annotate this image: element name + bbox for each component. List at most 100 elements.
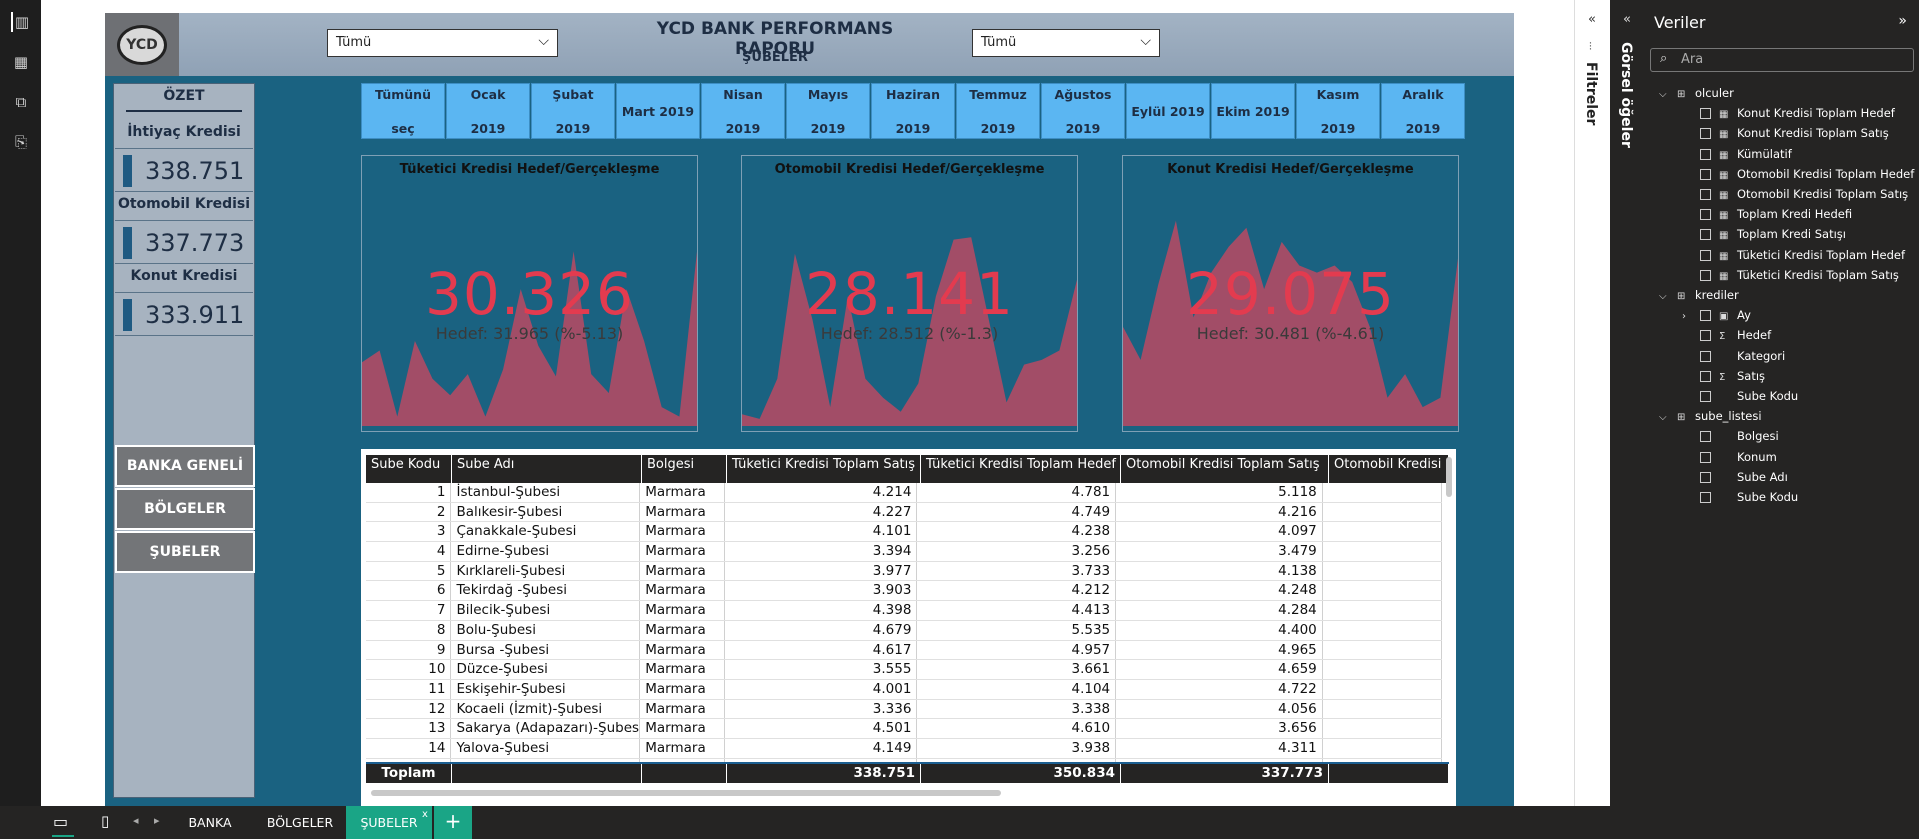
column-header[interactable]: Sube Kodu [366,455,452,483]
close-tab-icon[interactable]: x [422,809,428,820]
report-view-icon[interactable]: ▥ [11,12,31,32]
tree-item[interactable]: Σ Hedef [1682,328,1771,342]
page-tab[interactable]: ŞUBELER [346,806,432,839]
tree-item[interactable]: ⌵ ⊞ olculer [1659,86,1734,100]
tree-item[interactable]: ▦ Tüketici Kredisi Toplam Hedef [1682,248,1905,262]
add-page-button[interactable]: + [434,806,472,839]
left-slicer[interactable]: Tümü ⌵ [327,29,558,57]
model-view-icon[interactable]: ⧉ [11,92,31,112]
tree-item[interactable]: ▦ Otomobil Kredisi Toplam Hedef [1682,167,1914,181]
field-checkbox[interactable] [1700,391,1711,402]
field-checkbox[interactable] [1700,370,1711,382]
month-button[interactable]: Tümünü seç [361,83,445,139]
column-header[interactable]: Otomobil Kredisi [1329,455,1449,483]
filters-pane-label[interactable]: Filtreler [1583,62,1599,125]
field-checkbox[interactable] [1700,128,1711,140]
month-button[interactable]: Ocak 2019 [446,83,530,139]
collapse-icon[interactable]: « [1588,12,1596,27]
column-header[interactable]: Tüketici Kredisi Toplam Satış [727,455,921,483]
tree-item[interactable]: ▦ Toplam Kredi Hedefi [1682,207,1852,221]
column-header[interactable]: Sube Adı [452,455,642,483]
table-view-icon[interactable]: ▦ [11,52,31,72]
column-header[interactable]: Tüketici Kredisi Toplam Hedef [921,455,1121,483]
page-tab[interactable]: BÖLGELER [254,806,346,839]
field-checkbox[interactable] [1700,168,1711,180]
month-button[interactable]: Eylül 2019 [1126,83,1210,139]
month-button[interactable]: Şubat 2019 [531,83,615,139]
nav-button-banka-geneli[interactable]: BANKA GENELİ [115,445,255,487]
field-checkbox[interactable] [1700,189,1711,200]
tree-item[interactable]: ⌵ ⊞ krediler [1659,288,1739,302]
table-row[interactable]: 8 Bolu-Şubesi Marmara 4.679 5.535 4.400 [366,620,1442,641]
table-row[interactable]: 2 Balıkesir-Şubesi Marmara 4.227 4.749 4.216 [366,502,1442,523]
field-checkbox[interactable] [1700,108,1711,120]
month-button[interactable]: Ekim 2019 [1211,83,1295,139]
field-checkbox[interactable] [1700,249,1711,261]
table-row[interactable]: 9 Bursa -Şubesi Marmara 4.617 4.957 4.965 [366,640,1442,661]
dax-query-icon[interactable]: ⎘ [11,132,31,152]
column-header[interactable]: Bolgesi [642,455,727,483]
table-row[interactable]: 6 Tekirdağ -Şubesi Marmara 3.903 4.212 4.248 [366,581,1442,602]
month-button[interactable]: Haziran 2019 [871,83,955,139]
table-row[interactable]: 7 Bilecik-Şubesi Marmara 4.398 4.413 4.284 [366,601,1442,621]
month-button[interactable]: Nisan 2019 [701,83,785,139]
tree-item[interactable]: Sube Adı [1682,470,1788,484]
tree-item[interactable]: Konum [1682,450,1777,464]
field-checkbox[interactable] [1700,431,1711,443]
field-checkbox[interactable] [1700,471,1711,483]
table-row[interactable]: 3 Çanakkale-Şubesi Marmara 4.101 4.238 4.097 [366,522,1442,543]
next-page-icon[interactable]: ▸ [154,814,160,827]
tree-item[interactable]: ⌵ ⊞ sube_listesi [1659,409,1762,423]
field-checkbox[interactable] [1700,209,1711,221]
filters-pane[interactable]: « ⫶ Filtreler [1574,0,1610,806]
tree-item[interactable]: Sube Kodu [1682,389,1798,403]
tree-item[interactable]: ▦ Tüketici Kredisi Toplam Satış [1682,268,1899,282]
month-button[interactable]: Temmuz 2019 [956,83,1040,139]
table-row[interactable]: 10 Düzce-Şubesi Marmara 3.555 3.661 4.659 [366,660,1442,680]
search-input[interactable]: ⌕ Ara [1650,48,1914,72]
tree-item[interactable]: › ▣ Ay [1682,308,1751,322]
chevron-down-icon[interactable]: ⌵ [1659,89,1671,100]
tree-item[interactable]: Kategori [1682,349,1785,363]
table-row[interactable]: 5 Kırklareli-Şubesi Marmara 3.977 3.733 4.138 [366,561,1442,582]
month-button[interactable]: Mart 2019 [616,83,700,139]
table-row[interactable]: 1 İstanbul-Şubesi Marmara 4.214 4.781 5.118 [366,483,1442,503]
mobile-view-icon[interactable]: ▯ [101,812,109,830]
table-row[interactable]: 12 Kocaeli (İzmit)-Şubesi Marmara 3.336 3.33… [366,699,1442,720]
visuals-pane[interactable]: « Görsel öğeler [1610,0,1645,806]
table-row[interactable]: 14 Yalova-Şubesi Marmara 4.149 3.938 4.311 [366,738,1442,759]
expand-icon[interactable]: » [1898,13,1907,29]
vertical-scrollbar[interactable] [1446,457,1452,497]
field-checkbox[interactable] [1700,269,1711,281]
prev-page-icon[interactable]: ◂ [133,814,139,827]
chevron-down-icon[interactable]: ⌵ [1659,291,1671,302]
table-row[interactable]: 13 Sakarya (Adapazarı)-Şubesi Marmara 4.501… [366,719,1442,739]
visuals-pane-label[interactable]: Görsel öğeler [1618,42,1634,148]
month-button[interactable]: Mayıs 2019 [786,83,870,139]
field-checkbox[interactable] [1700,229,1711,241]
tree-item[interactable]: ▦ Kümülatif [1682,147,1792,161]
tree-item[interactable]: Sube Kodu [1682,490,1798,504]
nav-button-bolgeler[interactable]: BÖLGELER [115,488,255,530]
tree-item[interactable]: ▦ Toplam Kredi Satışı [1682,227,1846,241]
field-checkbox[interactable] [1700,451,1711,463]
field-checkbox[interactable] [1700,330,1711,342]
tree-item[interactable]: ▦ Otomobil Kredisi Toplam Satış [1682,187,1908,201]
tree-item[interactable]: Σ Satış [1682,369,1765,383]
column-header[interactable]: Otomobil Kredisi Toplam Satış [1121,455,1329,483]
field-checkbox[interactable] [1700,492,1711,503]
field-checkbox[interactable] [1700,350,1711,362]
tree-item[interactable]: ▦ Konut Kredisi Toplam Satış [1682,126,1889,140]
collapse-icon[interactable]: « [1623,12,1631,27]
desktop-view-icon[interactable]: ▭ [53,812,68,831]
field-checkbox[interactable] [1700,148,1711,160]
field-checkbox[interactable] [1700,310,1711,322]
month-button[interactable]: Aralık 2019 [1381,83,1465,139]
right-slicer[interactable]: Tümü ⌵ [972,29,1160,57]
chevron-down-icon[interactable]: ⌵ [1659,412,1671,423]
nav-button-subeler[interactable]: ŞUBELER [115,531,255,573]
month-button[interactable]: Kasım 2019 [1296,83,1380,139]
chevron-right-icon[interactable]: › [1682,311,1694,322]
tree-item[interactable]: Bolgesi [1682,429,1779,443]
month-button[interactable]: Ağustos 2019 [1041,83,1125,139]
